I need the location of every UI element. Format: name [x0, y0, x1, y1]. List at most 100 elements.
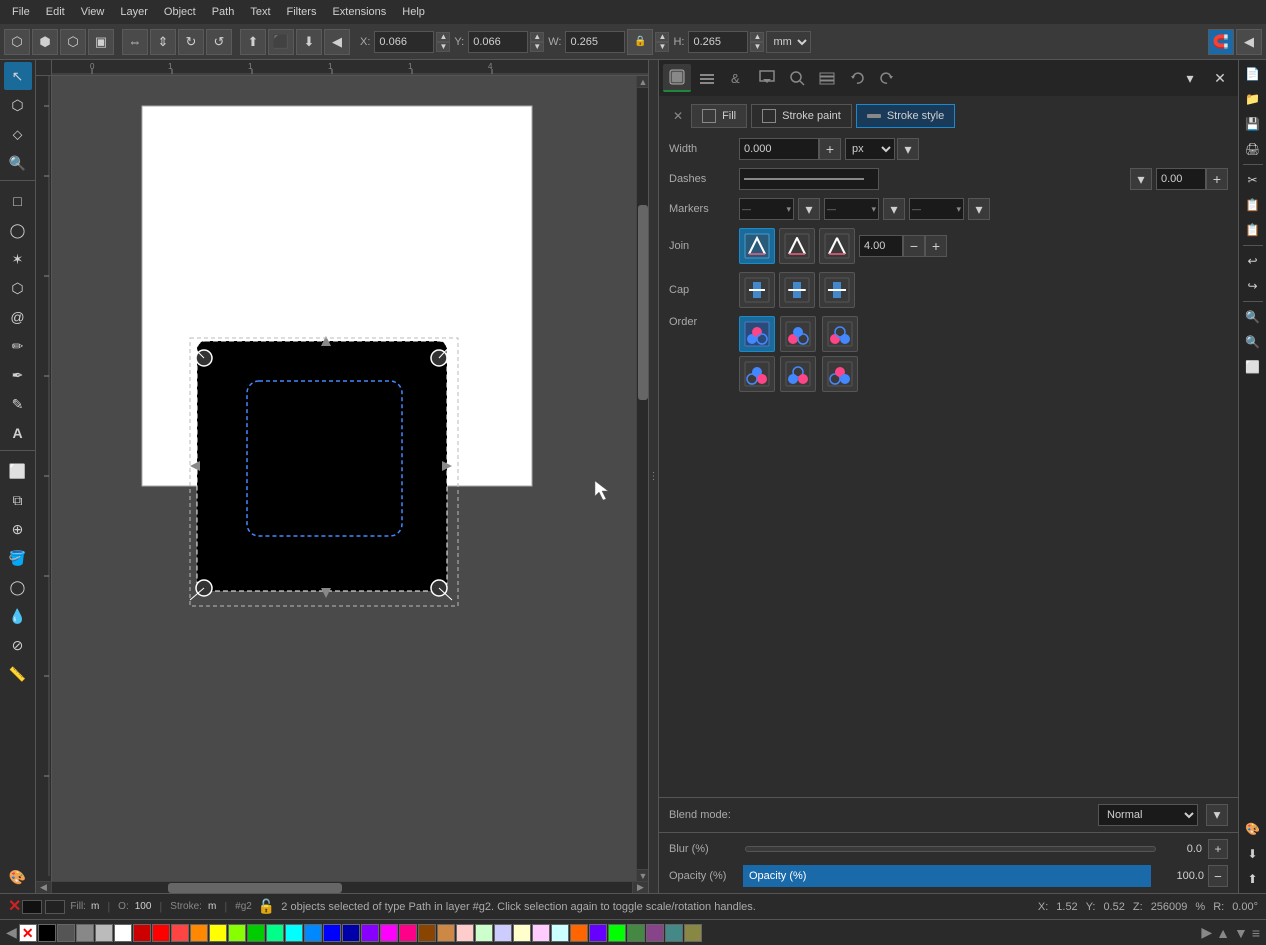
- menu-file[interactable]: File: [4, 4, 38, 20]
- blur-track[interactable]: [745, 846, 1156, 852]
- tool-measure[interactable]: 📏: [4, 660, 32, 688]
- width-add-btn[interactable]: +: [819, 138, 841, 160]
- menu-extensions[interactable]: Extensions: [324, 4, 394, 20]
- marker-start-arrow[interactable]: ▾: [798, 198, 820, 220]
- width-unit-select[interactable]: pxmmpt: [845, 138, 895, 160]
- swatch-lime[interactable]: [608, 924, 626, 942]
- menu-path[interactable]: Path: [204, 4, 243, 20]
- dashes-value-input[interactable]: [1156, 168, 1206, 190]
- swatch-pink-light[interactable]: [456, 924, 474, 942]
- palette-down-btn[interactable]: ▼: [1232, 925, 1250, 941]
- swatch-red-dark[interactable]: [133, 924, 151, 942]
- tab-more[interactable]: ▾: [1176, 64, 1204, 92]
- align-mid-h[interactable]: ⬛: [268, 29, 294, 55]
- blend-mode-dropdown-btn[interactable]: ▾: [1206, 804, 1228, 826]
- swatch-yellow-green[interactable]: [228, 924, 246, 942]
- fill-tab[interactable]: Fill: [691, 104, 747, 128]
- select-in-all-btn[interactable]: ⬡: [60, 29, 86, 55]
- tool-eraser[interactable]: ◯: [4, 573, 32, 601]
- tab-new[interactable]: ✕: [1206, 64, 1234, 92]
- tab-layers[interactable]: [813, 64, 841, 92]
- join-round-btn[interactable]: [779, 228, 815, 264]
- swatch-magenta[interactable]: [380, 924, 398, 942]
- tool-pencil[interactable]: ✏: [4, 332, 32, 360]
- fr-open-doc[interactable]: 📁: [1241, 87, 1265, 111]
- menu-help[interactable]: Help: [394, 4, 433, 20]
- align-left[interactable]: ◀: [324, 29, 350, 55]
- select-touch-btn[interactable]: ▣: [88, 29, 114, 55]
- marker-end-arrow[interactable]: ▾: [968, 198, 990, 220]
- w-increment[interactable]: ▲: [655, 32, 669, 42]
- tool-gradient[interactable]: ⬜: [4, 457, 32, 485]
- fr-zoom-in[interactable]: 🔍: [1241, 305, 1265, 329]
- fr-color-wheel[interactable]: 🎨: [1241, 817, 1265, 841]
- order-paint-markers-stroke-fill[interactable]: [780, 356, 816, 392]
- stroke-style-tab[interactable]: Stroke style: [856, 104, 955, 128]
- fr-palettes-up[interactable]: ⬆: [1241, 867, 1265, 891]
- select-all-btn[interactable]: ⬢: [32, 29, 58, 55]
- x-input[interactable]: [374, 31, 434, 53]
- marker-mid-select[interactable]: — ▾: [824, 198, 879, 220]
- swatch-lavender[interactable]: [494, 924, 512, 942]
- swatch-lilac[interactable]: [532, 924, 550, 942]
- h-input[interactable]: [688, 31, 748, 53]
- order-paint-markers-fill-stroke[interactable]: [739, 316, 775, 352]
- join-value-input[interactable]: [859, 235, 903, 257]
- swatch-dark-gray[interactable]: [57, 924, 75, 942]
- horiz-scroll-thumb[interactable]: [168, 883, 342, 893]
- dashes-dropdown-arrow[interactable]: ▾: [1130, 168, 1152, 190]
- swatch-pink[interactable]: [399, 924, 417, 942]
- lock-aspect-btn[interactable]: 🔒: [627, 29, 653, 55]
- menu-layer[interactable]: Layer: [112, 4, 156, 20]
- tab-redo-history[interactable]: [873, 64, 901, 92]
- tool-text[interactable]: A: [4, 419, 32, 447]
- tool-star[interactable]: ✶: [4, 245, 32, 273]
- menu-filters[interactable]: Filters: [279, 4, 325, 20]
- blend-mode-select[interactable]: Normal Multiply Screen Overlay Darken Li…: [1098, 804, 1198, 826]
- palette-right-btn[interactable]: ▶: [1199, 924, 1214, 941]
- dashes-dropdown[interactable]: [739, 168, 879, 190]
- unit-select[interactable]: mmpxcminpt: [766, 31, 811, 53]
- marker-mid-arrow[interactable]: ▾: [883, 198, 905, 220]
- order-paint-fill-stroke-markers[interactable]: [822, 316, 858, 352]
- tool-connector[interactable]: ⊘: [4, 631, 32, 659]
- scroll-left-btn[interactable]: ◀: [36, 882, 52, 893]
- swatch-gray[interactable]: [76, 924, 94, 942]
- y-decrement[interactable]: ▼: [530, 42, 544, 52]
- tab-export[interactable]: [753, 64, 781, 92]
- swatch-forest-green[interactable]: [627, 924, 645, 942]
- align-bottom[interactable]: ⬇: [296, 29, 322, 55]
- tool-3d-box[interactable]: ⬡: [4, 274, 32, 302]
- swatch-yellow[interactable]: [209, 924, 227, 942]
- tool-ellipse[interactable]: ◯: [4, 216, 32, 244]
- fr-copy[interactable]: 📋: [1241, 193, 1265, 217]
- dashes-add-btn[interactable]: +: [1206, 168, 1228, 190]
- w-decrement[interactable]: ▼: [655, 42, 669, 52]
- swatch-olive[interactable]: [684, 924, 702, 942]
- swatch-mint[interactable]: [475, 924, 493, 942]
- tool-zoom[interactable]: 🔍: [4, 149, 32, 177]
- join-increment[interactable]: +: [925, 235, 947, 257]
- order-paint-fill-markers-stroke[interactable]: [780, 316, 816, 352]
- opacity-minus-btn[interactable]: −: [1208, 865, 1228, 887]
- swatch-orange[interactable]: [190, 924, 208, 942]
- blur-add-btn[interactable]: +: [1208, 839, 1228, 859]
- cap-square-btn[interactable]: [819, 272, 855, 308]
- menu-text[interactable]: Text: [242, 4, 278, 20]
- marker-end-select[interactable]: — ▾: [909, 198, 964, 220]
- swatch-black[interactable]: [38, 924, 56, 942]
- fr-zoom-fit[interactable]: ⬜: [1241, 355, 1265, 379]
- tab-objects[interactable]: [693, 64, 721, 92]
- width-unit-expand[interactable]: ▾: [897, 138, 919, 160]
- swatch-light-gray[interactable]: [95, 924, 113, 942]
- swatch-blue-light[interactable]: [304, 924, 322, 942]
- transform-rot90ccw[interactable]: ↺: [206, 29, 232, 55]
- vert-scrollbar[interactable]: ▲ ▼: [636, 76, 648, 881]
- marker-start-select[interactable]: — ▾: [739, 198, 794, 220]
- scroll-up-btn[interactable]: ▲: [637, 76, 648, 88]
- swatch-none[interactable]: ✕: [19, 924, 37, 942]
- panel-collapse-btn[interactable]: ⋮: [648, 60, 658, 893]
- palette-up-btn[interactable]: ▲: [1214, 925, 1232, 941]
- swatch-white[interactable]: [114, 924, 132, 942]
- tool-colorpicker[interactable]: 🎨: [4, 863, 32, 891]
